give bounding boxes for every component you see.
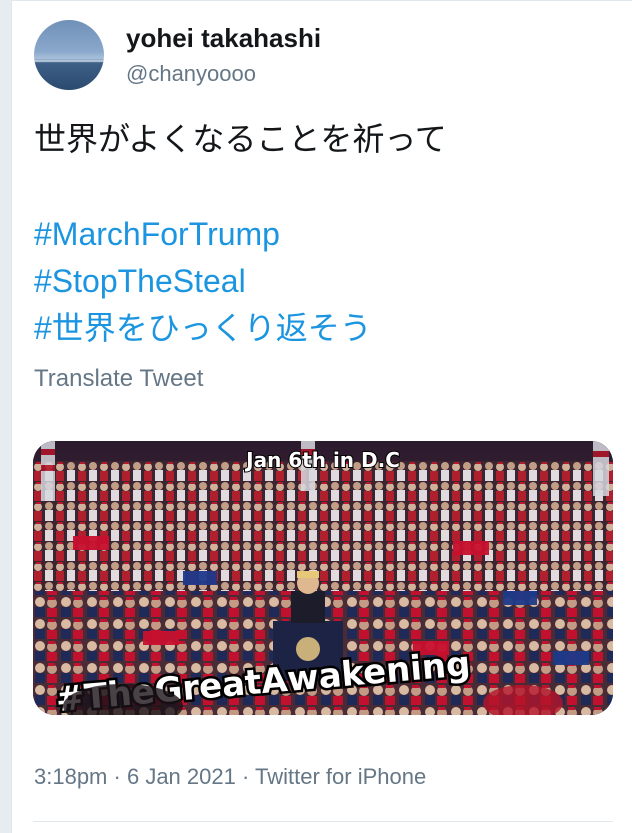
hashtag-link-turn-world-over[interactable]: #世界をひっくり返そう	[34, 305, 447, 352]
hashtag-link-march-for-trump[interactable]: #MarchForTrump	[34, 211, 447, 258]
tweet-source-link[interactable]: Twitter for iPhone	[255, 764, 426, 789]
media-top-caption: Jan 6th in D.C	[244, 448, 400, 472]
tweet-media-image[interactable]: Jan 6th in D.C #TheGreatAwakening	[33, 441, 613, 715]
rally-photo: Jan 6th in D.C #TheGreatAwakening	[33, 441, 613, 715]
avatar-horizon	[34, 60, 104, 62]
tweet-time-link[interactable]: 3:18pm	[34, 764, 107, 789]
avatar[interactable]	[34, 20, 104, 90]
meta-separator: ·	[113, 764, 121, 789]
translate-tweet-link[interactable]: Translate Tweet	[34, 365, 203, 393]
display-name[interactable]: yohei takahashi	[126, 23, 321, 54]
meta-separator: ·	[241, 764, 250, 789]
tweet-text-line: 世界がよくなることを祈って	[34, 121, 447, 157]
tweet-metadata: 3:18pm · 6 Jan 2021 · Twitter for iPhone	[34, 764, 426, 790]
tweet-date-link[interactable]: 6 Jan 2021	[127, 764, 236, 789]
user-handle[interactable]: @chanyoooo	[126, 61, 256, 87]
tweet-card: yohei takahashi @chanyoooo 世界がよくなることを祈って…	[11, 0, 632, 833]
hashtag-link-stop-the-steal[interactable]: #StopTheSteal	[34, 258, 447, 305]
tweet-text: 世界がよくなることを祈って #MarchForTrump #StopTheSte…	[34, 115, 447, 352]
divider	[33, 821, 613, 822]
